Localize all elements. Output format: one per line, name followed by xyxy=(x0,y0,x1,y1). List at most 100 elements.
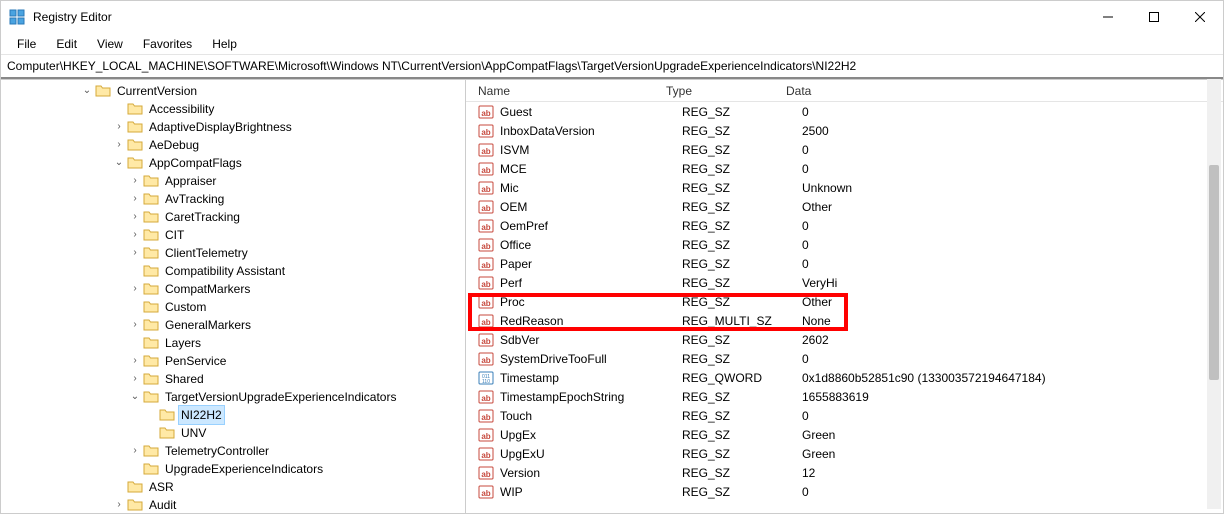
chevron-down-icon[interactable]: ⌄ xyxy=(81,85,93,97)
tree-item-label[interactable]: Compatibility Assistant xyxy=(163,262,287,280)
chevron-right-icon[interactable]: › xyxy=(129,211,141,223)
chevron-right-icon[interactable]: › xyxy=(129,355,141,367)
value-row[interactable]: abUpgExREG_SZGreen xyxy=(466,425,1223,444)
tree-item[interactable]: ⌄ AppCompatFlags xyxy=(97,154,465,172)
tree-item[interactable]: › CaretTracking xyxy=(97,208,465,226)
tree-item-label[interactable]: NI22H2 xyxy=(179,406,224,424)
tree-item[interactable]: › TelemetryController xyxy=(97,442,465,460)
tree-item[interactable]: ·UpgradeExperienceIndicators xyxy=(97,460,465,478)
tree-item-label[interactable]: UpgradeExperienceIndicators xyxy=(163,460,325,478)
value-row[interactable]: abPerfREG_SZVeryHi xyxy=(466,273,1223,292)
chevron-down-icon[interactable]: ⌄ xyxy=(113,157,125,169)
tree-item-label[interactable]: Layers xyxy=(163,334,203,352)
tree-item-label[interactable]: Custom xyxy=(163,298,208,316)
chevron-right-icon[interactable]: › xyxy=(129,229,141,241)
tree-item[interactable]: › Shared xyxy=(97,370,465,388)
value-row[interactable]: abTouchREG_SZ0 xyxy=(466,406,1223,425)
tree-item[interactable]: › PenService xyxy=(97,352,465,370)
tree-item[interactable]: › GeneralMarkers xyxy=(97,316,465,334)
menu-help[interactable]: Help xyxy=(202,35,247,53)
value-row[interactable]: abOfficeREG_SZ0 xyxy=(466,235,1223,254)
tree-item-label[interactable]: CompatMarkers xyxy=(163,280,252,298)
tree-item[interactable]: › CIT xyxy=(97,226,465,244)
chevron-right-icon[interactable]: › xyxy=(129,319,141,331)
value-row[interactable]: abTimestampEpochStringREG_SZ1655883619 xyxy=(466,387,1223,406)
tree-item[interactable]: › ClientTelemetry xyxy=(97,244,465,262)
value-row[interactable]: abWIPREG_SZ0 xyxy=(466,482,1223,501)
tree-item[interactable]: ·Custom xyxy=(97,298,465,316)
chevron-right-icon[interactable]: › xyxy=(129,283,141,295)
tree-item[interactable]: › CompatMarkers xyxy=(97,280,465,298)
value-row[interactable]: abProcREG_SZOther xyxy=(466,292,1223,311)
chevron-right-icon[interactable]: › xyxy=(129,247,141,259)
tree-item-label[interactable]: AppCompatFlags xyxy=(147,154,244,172)
tree-item-label[interactable]: CurrentVersion xyxy=(115,82,199,100)
chevron-right-icon[interactable]: › xyxy=(129,193,141,205)
close-button[interactable] xyxy=(1177,1,1223,33)
chevron-right-icon[interactable]: › xyxy=(113,139,125,151)
tree-item[interactable]: › AvTracking xyxy=(97,190,465,208)
value-row[interactable]: abISVMREG_SZ0 xyxy=(466,140,1223,159)
tree-item-label[interactable]: GeneralMarkers xyxy=(163,316,253,334)
column-data[interactable]: Data xyxy=(786,84,1223,98)
value-row[interactable]: abUpgExUREG_SZGreen xyxy=(466,444,1223,463)
tree-item-label[interactable]: ASR xyxy=(147,478,176,496)
tree-item[interactable]: › AdaptiveDisplayBrightness xyxy=(97,118,465,136)
tree-item-label[interactable]: Appraiser xyxy=(163,172,218,190)
tree-item-label[interactable]: PenService xyxy=(163,352,228,370)
tree-item-label[interactable]: Audit xyxy=(147,496,178,513)
chevron-right-icon[interactable]: › xyxy=(129,373,141,385)
value-row[interactable]: abSystemDriveTooFullREG_SZ0 xyxy=(466,349,1223,368)
value-row[interactable]: abPaperREG_SZ0 xyxy=(466,254,1223,273)
maximize-button[interactable] xyxy=(1131,1,1177,33)
tree-item-label[interactable]: ClientTelemetry xyxy=(163,244,250,262)
address-bar[interactable]: Computer\HKEY_LOCAL_MACHINE\SOFTWARE\Mic… xyxy=(1,55,1223,79)
tree-item[interactable]: ·ASR xyxy=(97,478,465,496)
value-row[interactable]: abOEMREG_SZOther xyxy=(466,197,1223,216)
tree-item-label[interactable]: Accessibility xyxy=(147,100,216,118)
tree-item-label[interactable]: AeDebug xyxy=(147,136,201,154)
tree-item-label[interactable]: AdaptiveDisplayBrightness xyxy=(147,118,294,136)
tree-item[interactable]: ·UNV xyxy=(97,424,465,442)
chevron-right-icon[interactable]: › xyxy=(129,175,141,187)
chevron-down-icon[interactable]: ⌄ xyxy=(129,391,141,403)
value-row[interactable]: abVersionREG_SZ12 xyxy=(466,463,1223,482)
menu-favorites[interactable]: Favorites xyxy=(133,35,202,53)
value-row[interactable]: abMicREG_SZUnknown xyxy=(466,178,1223,197)
vertical-scrollbar[interactable] xyxy=(1207,79,1221,509)
chevron-right-icon[interactable]: › xyxy=(129,445,141,457)
tree-item[interactable]: ·Compatibility Assistant xyxy=(97,262,465,280)
tree-item[interactable]: › Appraiser xyxy=(97,172,465,190)
chevron-right-icon[interactable]: › xyxy=(113,499,125,511)
values-list[interactable]: abGuestREG_SZ0abInboxDataVersionREG_SZ25… xyxy=(466,102,1223,501)
tree-item-label[interactable]: CaretTracking xyxy=(163,208,242,226)
value-row[interactable]: 011110TimestampREG_QWORD0x1d8860b52851c9… xyxy=(466,368,1223,387)
menu-view[interactable]: View xyxy=(87,35,133,53)
menu-file[interactable]: File xyxy=(7,35,46,53)
tree-item[interactable]: ·Accessibility xyxy=(97,100,465,118)
value-row[interactable]: abMCEREG_SZ0 xyxy=(466,159,1223,178)
value-row[interactable]: abInboxDataVersionREG_SZ2500 xyxy=(466,121,1223,140)
tree-item-label[interactable]: CIT xyxy=(163,226,186,244)
minimize-button[interactable] xyxy=(1085,1,1131,33)
chevron-right-icon[interactable]: › xyxy=(113,121,125,133)
registry-tree[interactable]: ⌄ CurrentVersion·Accessibility › AdaptiveDi… xyxy=(1,82,465,513)
tree-item-label[interactable]: TelemetryController xyxy=(163,442,271,460)
value-row[interactable]: abSdbVerREG_SZ2602 xyxy=(466,330,1223,349)
value-row[interactable]: abRedReasonREG_MULTI_SZNone xyxy=(466,311,1223,330)
tree-item[interactable]: › AeDebug xyxy=(97,136,465,154)
column-name[interactable]: Name xyxy=(466,84,666,98)
tree-item[interactable]: ⌄ TargetVersionUpgradeExperienceIndicator… xyxy=(97,388,465,406)
tree-item[interactable]: › Audit xyxy=(97,496,465,513)
tree-item-label[interactable]: UNV xyxy=(179,424,208,442)
tree-item-label[interactable]: Shared xyxy=(163,370,206,388)
tree-item[interactable]: ·NI22H2 xyxy=(97,406,465,424)
tree-item-label[interactable]: TargetVersionUpgradeExperienceIndicators xyxy=(163,388,398,406)
scrollbar-thumb[interactable] xyxy=(1209,165,1219,380)
menu-edit[interactable]: Edit xyxy=(46,35,87,53)
value-row[interactable]: abGuestREG_SZ0 xyxy=(466,102,1223,121)
tree-item[interactable]: ·Layers xyxy=(97,334,465,352)
tree-item-label[interactable]: AvTracking xyxy=(163,190,226,208)
value-row[interactable]: abOemPrefREG_SZ0 xyxy=(466,216,1223,235)
column-type[interactable]: Type xyxy=(666,84,786,98)
